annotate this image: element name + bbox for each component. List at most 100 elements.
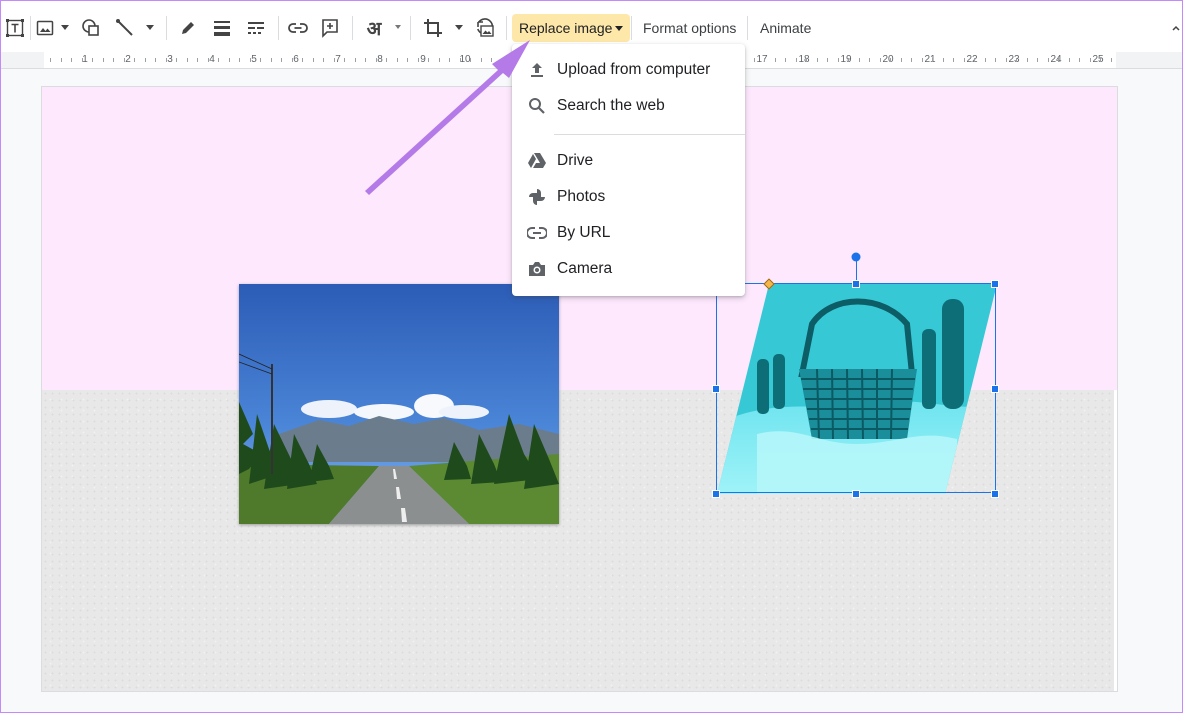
ruler-tick — [901, 58, 902, 62]
chevron-down-icon[interactable] — [141, 14, 155, 42]
border-weight-icon[interactable] — [210, 14, 234, 42]
ruler-number: 17 — [756, 54, 768, 65]
ruler-tick — [775, 58, 776, 62]
reset-image-icon[interactable] — [472, 14, 498, 42]
ruler-tick — [785, 58, 786, 62]
ruler-tick — [344, 58, 345, 62]
ruler-tick — [166, 58, 167, 62]
ruler-tick — [1111, 58, 1112, 62]
ruler-tick — [1079, 58, 1080, 62]
ruler-number: 2 — [125, 54, 131, 65]
ruler-tick — [1037, 58, 1038, 62]
ruler-tick — [197, 58, 198, 62]
ruler-number: 7 — [335, 54, 341, 65]
toolbar-separator — [747, 16, 748, 40]
ruler-tick — [1027, 58, 1028, 62]
ruler-tick — [449, 58, 450, 62]
ruler-tick — [817, 58, 818, 62]
ruler-tick — [943, 58, 944, 62]
image-icon[interactable] — [35, 14, 55, 42]
ruler-tick — [313, 58, 314, 62]
add-comment-icon[interactable] — [318, 14, 342, 42]
ruler-tick — [796, 58, 797, 62]
resize-handle-bottom-left[interactable] — [712, 490, 720, 498]
text-box-icon[interactable] — [3, 14, 27, 42]
resize-handle-bottom[interactable] — [852, 490, 860, 498]
menu-item-label: Search the web — [557, 97, 665, 114]
ruler-tick — [187, 58, 188, 62]
chevron-down-icon[interactable] — [450, 14, 464, 42]
ruler-number: 19 — [840, 54, 852, 65]
ruler-number: 23 — [1008, 54, 1020, 65]
ruler-tick — [880, 58, 881, 62]
menu-item-label: Drive — [557, 152, 594, 169]
toolbar-separator — [410, 16, 411, 40]
toolbar-separator — [166, 16, 167, 40]
ruler-tick — [218, 58, 219, 62]
menu-item-photos[interactable]: Photos — [512, 179, 745, 215]
ruler-number: 3 — [167, 54, 173, 65]
line-icon[interactable] — [113, 14, 137, 42]
resize-handle-top-right[interactable] — [991, 280, 999, 288]
animate-button[interactable]: Animate — [753, 14, 818, 42]
ruler-tick — [1069, 58, 1070, 62]
pencil-icon[interactable] — [176, 14, 200, 42]
resize-handle-left[interactable] — [712, 385, 720, 393]
image-selection-box — [716, 283, 996, 493]
ruler-tick — [208, 58, 209, 62]
ruler-number: 4 — [209, 54, 215, 65]
upload-icon — [526, 60, 548, 80]
resize-handle-top[interactable] — [852, 280, 860, 288]
toolbar-separator — [352, 16, 353, 40]
ruler-tick — [250, 58, 251, 62]
replace-image-button[interactable]: Replace image — [512, 14, 631, 42]
crop-icon[interactable] — [421, 14, 445, 42]
ruler-tick — [334, 58, 335, 62]
format-options-button[interactable]: Format options — [636, 14, 743, 42]
menu-item-search-the-web[interactable]: Search the web — [512, 88, 745, 124]
link-icon — [526, 223, 548, 243]
input-tools-icon[interactable]: अ — [360, 14, 388, 42]
ruler-number: 1 — [82, 54, 88, 65]
drive-icon — [526, 151, 548, 171]
ruler-tick — [302, 58, 303, 62]
ruler-tick — [964, 58, 965, 62]
ruler-tick — [82, 58, 83, 62]
menu-item-upload-from-computer[interactable]: Upload from computer — [512, 52, 745, 88]
menu-item-camera[interactable]: Camera — [512, 251, 745, 287]
ruler-tick — [922, 58, 923, 62]
chevron-down-icon[interactable] — [56, 14, 70, 42]
animate-label: Animate — [760, 20, 812, 36]
ruler-tick — [481, 58, 482, 62]
ruler-number: 18 — [798, 54, 810, 65]
ruler-number: 21 — [924, 54, 936, 65]
ruler-number: 8 — [377, 54, 383, 65]
border-dash-icon[interactable] — [244, 14, 268, 42]
camera-icon — [526, 259, 548, 279]
link-icon[interactable] — [286, 14, 310, 42]
menu-separator — [554, 134, 745, 135]
toolbar-separator — [30, 16, 31, 40]
toolbar-separator — [278, 16, 279, 40]
resize-handle-right[interactable] — [991, 385, 999, 393]
menu-item-drive[interactable]: Drive — [512, 143, 745, 179]
road-landscape-photo[interactable] — [239, 284, 559, 524]
ruler-tick — [890, 58, 891, 62]
chevron-down-icon[interactable] — [390, 14, 402, 42]
ruler-tick — [806, 58, 807, 62]
ruler-tick — [386, 58, 387, 62]
shape-icon[interactable] — [79, 14, 103, 42]
menu-item-label: By URL — [557, 224, 611, 241]
ruler-tick — [155, 58, 156, 62]
chevron-down-icon — [615, 25, 624, 31]
ruler-tick — [974, 58, 975, 62]
ruler-tick — [838, 58, 839, 62]
ruler-tick — [271, 58, 272, 62]
menu-item-by-url[interactable]: By URL — [512, 215, 745, 251]
ruler-tick — [292, 58, 293, 62]
ruler-tick — [50, 58, 51, 62]
resize-handle-bottom-right[interactable] — [991, 490, 999, 498]
collapse-toolbar-icon[interactable] — [1170, 14, 1182, 42]
ruler-tick — [176, 58, 177, 62]
rotation-handle[interactable] — [851, 252, 861, 262]
